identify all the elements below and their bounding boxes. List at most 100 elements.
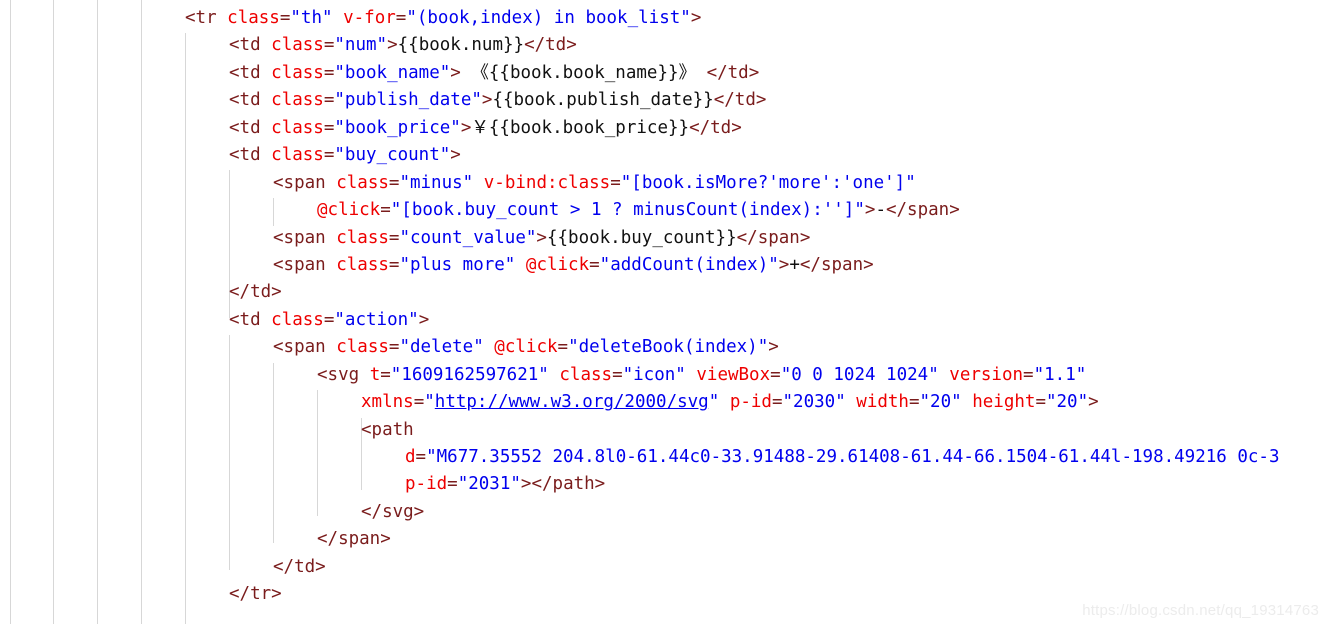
code-token-tag	[846, 392, 857, 412]
code-token-tag: <path	[361, 419, 414, 440]
code-line[interactable]: <td class="num">{{book.num}}</td>	[0, 32, 1327, 59]
code-token-tag: </td>	[689, 117, 742, 138]
code-line[interactable]: </td>	[0, 554, 1327, 581]
code-token-tag: =	[1023, 364, 1034, 385]
code-token-val: "minus"	[399, 172, 474, 193]
code-token-tag	[719, 392, 730, 412]
code-token-val: "	[424, 392, 435, 413]
code-line[interactable]: <tr class="th" v-for="(book,index) in bo…	[0, 5, 1327, 32]
code-line[interactable]: </td>	[0, 279, 1327, 306]
code-token-val: "plus more"	[399, 254, 516, 275]
code-token-tag: =	[323, 90, 335, 111]
code-token-val: "action"	[334, 309, 419, 330]
code-token-tag: =	[395, 8, 407, 28]
code-line[interactable]: <span class="count_value">{{book.buy_cou…	[0, 225, 1327, 252]
code-token-tag: =	[908, 392, 920, 413]
code-token-tag: =	[610, 172, 621, 193]
code-line[interactable]: <svg t="1609162597621" class="icon" view…	[0, 362, 1327, 389]
code-token-tag: <td	[229, 35, 272, 56]
code-line[interactable]: <span class="delete" @click="deleteBook(…	[0, 334, 1327, 361]
code-token-tag: >	[450, 145, 461, 166]
code-line[interactable]: d="M677.35552 204.8l0-61.44c0-33.91488-2…	[0, 444, 1327, 471]
code-token-val: "count_value"	[399, 227, 537, 248]
code-token-tag: =	[770, 364, 781, 385]
code-token-attr: width	[856, 392, 909, 413]
code-token-tag: </td>	[229, 282, 282, 303]
code-token-tag: </tr>	[229, 584, 282, 605]
code-token-tag: >	[520, 474, 532, 495]
code-line[interactable]: <td class="book_name"> 《{{book.book_name…	[0, 60, 1327, 87]
code-token-tag: =	[589, 254, 600, 275]
code-token-tag: >	[778, 254, 790, 275]
code-token-tag: =	[388, 227, 400, 248]
code-line[interactable]: <td class="publish_date">{{book.publish_…	[0, 87, 1327, 114]
code-token-tag: </path>	[531, 474, 606, 495]
code-line[interactable]: <path	[0, 417, 1327, 444]
code-token-tag: <td	[229, 117, 272, 138]
code-line[interactable]: <span class="minus" v-bind:class="[book.…	[0, 170, 1327, 197]
code-token-tag: >	[450, 62, 461, 83]
code-token-val: "2030"	[782, 392, 846, 413]
code-token-tag: =	[323, 145, 335, 166]
code-token-val: "1.1"	[1033, 364, 1087, 385]
code-token-tag: >	[460, 117, 472, 138]
code-token-tag: =	[323, 117, 335, 138]
code-token-tag: =	[771, 392, 783, 413]
code-token-text: 《{{book.book_name}}》	[460, 62, 707, 83]
code-token-attr: class	[271, 35, 324, 56]
code-line[interactable]: p-id="2031"></path>	[0, 471, 1327, 498]
code-token-attr: class	[227, 8, 280, 28]
code-token-tag: >	[481, 90, 493, 111]
code-line[interactable]: xmlns="http://www.w3.org/2000/svg" p-id=…	[0, 389, 1327, 416]
code-token-text: +	[789, 254, 800, 275]
code-token-val: "M677.35552 204.8l0-61.44c0-33.91488-29.…	[426, 447, 1280, 467]
code-line[interactable]: <span class="plus more" @click="addCount…	[0, 252, 1327, 279]
code-token-val: "icon"	[622, 364, 686, 385]
code-token-tag: =	[323, 35, 335, 56]
code-token-tag: </span>	[885, 200, 960, 221]
right-edge-gutter	[1318, 0, 1327, 624]
code-line[interactable]: </svg>	[0, 499, 1327, 526]
code-token-tag: <span	[273, 172, 337, 193]
code-token-tag: <td	[229, 62, 272, 83]
code-token-attr: p-id	[405, 474, 448, 495]
code-line[interactable]: @click="[book.buy_count > 1 ? minusCount…	[0, 197, 1327, 224]
code-token-tag	[333, 8, 344, 28]
code-token-tag: </svg>	[361, 501, 425, 522]
code-token-val: "0 0 1024 1024"	[780, 364, 939, 385]
code-token-tag: <span	[273, 227, 337, 248]
code-token-tag: </span>	[736, 227, 811, 248]
code-line[interactable]: <td class="buy_count">	[0, 142, 1327, 169]
code-token-val: "buy_count"	[334, 145, 451, 166]
code-token-tag: =	[323, 309, 335, 330]
code-token-tag: =	[415, 447, 427, 467]
code-token-tag	[515, 255, 526, 275]
url-token[interactable]: http://www.w3.org/2000/svg	[435, 392, 709, 412]
code-token-attr: t	[369, 364, 381, 385]
code-token-val: "2031"	[457, 474, 521, 495]
code-token-attr: d	[405, 447, 416, 467]
code-line[interactable]: </span>	[0, 526, 1327, 553]
code-token-tag: =	[612, 364, 623, 385]
code-token-tag: <td	[229, 309, 272, 330]
code-token-tag: <tr	[185, 8, 228, 28]
code-token-tag: </td>	[706, 62, 760, 83]
code-token-tag: =	[388, 337, 400, 358]
code-line[interactable]: <td class="action">	[0, 307, 1327, 334]
watermark-text: https://blog.csdn.net/qq_19314763	[1082, 602, 1319, 619]
code-token-tag: =	[447, 474, 458, 495]
code-text-layer[interactable]: <tr class="th" v-for="(book,index) in bo…	[0, 0, 1327, 609]
code-token-attr: class	[271, 145, 324, 166]
code-token-val: "deleteBook(index)"	[568, 337, 769, 358]
code-token-tag: >	[690, 8, 702, 28]
code-token-attr: v-bind:class	[483, 172, 611, 193]
code-token-attr: class	[559, 364, 613, 385]
code-token-attr: class	[336, 227, 389, 248]
code-token-tag: =	[279, 8, 291, 28]
code-line[interactable]: <td class="book_price">￥{{book.book_pric…	[0, 115, 1327, 142]
code-token-text: ￥{{book.book_price}}	[471, 117, 690, 138]
code-token-tag: =	[1035, 392, 1046, 413]
code-token-text: {{book.publish_date}}	[492, 90, 714, 111]
code-token-tag	[962, 392, 973, 412]
code-token-tag: <td	[229, 145, 272, 166]
